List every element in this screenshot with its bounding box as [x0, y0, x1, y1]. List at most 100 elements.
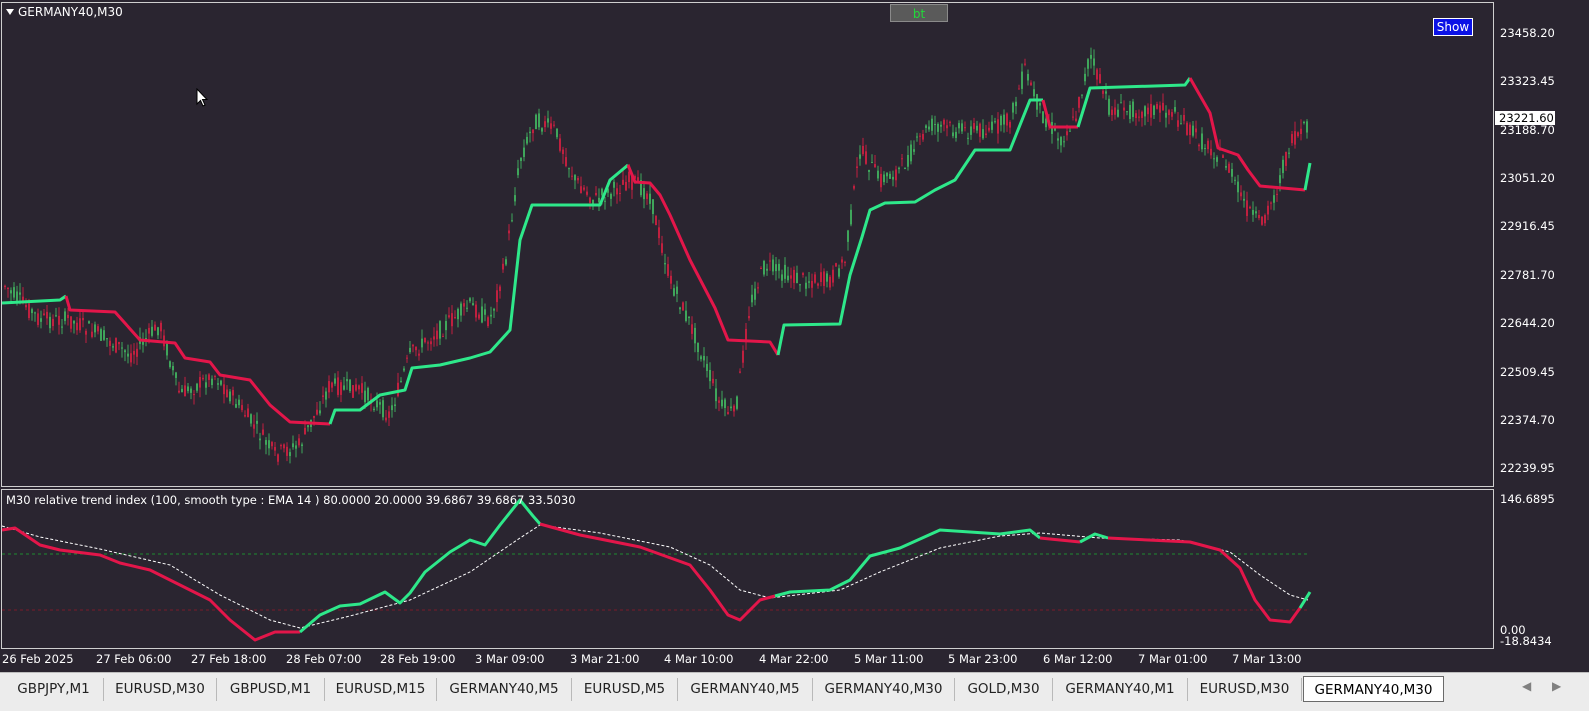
- candle-body: [808, 281, 810, 283]
- scroll-right-icon[interactable]: ▶: [1552, 679, 1561, 693]
- candle-body: [706, 363, 708, 371]
- candle-body: [1033, 89, 1035, 97]
- candle-body: [1270, 202, 1272, 204]
- candle-body: [385, 417, 387, 421]
- candle-body: [1195, 128, 1197, 133]
- candle-body: [79, 318, 81, 331]
- candle-body: [733, 405, 735, 412]
- tab-germany40-m30[interactable]: GERMANY40,M30: [813, 678, 955, 701]
- candle-body: [274, 447, 276, 451]
- tab-gbpjpy-m1[interactable]: GBPJPY,M1: [4, 678, 104, 701]
- tab-germany40-m30-active[interactable]: GERMANY40,M30: [1303, 676, 1444, 702]
- candle-body: [148, 327, 150, 334]
- candle-body: [76, 322, 78, 331]
- candle-body: [1042, 111, 1044, 124]
- tab-eurusd-m15[interactable]: EURUSD,M15: [325, 678, 437, 701]
- candle-body: [565, 157, 567, 167]
- candle-body: [415, 346, 417, 351]
- candle-body: [85, 330, 87, 335]
- tab-eurusd-m30-2[interactable]: EURUSD,M30: [1188, 678, 1302, 701]
- candle-body: [1096, 69, 1098, 80]
- candle-body: [295, 445, 297, 449]
- candle-body: [250, 414, 252, 424]
- candle-body: [55, 315, 57, 317]
- candle-body: [1087, 59, 1089, 69]
- candle-body: [1282, 159, 1284, 174]
- tab-eurusd-m30[interactable]: EURUSD,M30: [104, 678, 217, 701]
- candle-body: [952, 132, 954, 137]
- candle-body: [757, 287, 759, 289]
- bt-button[interactable]: bt: [890, 4, 948, 22]
- show-button[interactable]: Show: [1433, 18, 1473, 36]
- candle-body: [283, 444, 285, 449]
- candle-body: [451, 313, 453, 327]
- candle-body: [175, 372, 177, 378]
- candle-body: [577, 178, 579, 181]
- candle-body: [730, 406, 732, 409]
- price-chart-canvas[interactable]: [0, 0, 1589, 672]
- candle-body: [436, 330, 438, 340]
- candle-body: [103, 330, 105, 340]
- candle-body: [1006, 113, 1008, 126]
- candle-body: [1210, 148, 1212, 156]
- candle-body: [409, 347, 411, 353]
- candle-body: [1075, 118, 1077, 121]
- candle-body: [580, 186, 582, 194]
- candle-body: [292, 443, 294, 448]
- time-tick: 6 Mar 12:00: [1043, 652, 1113, 666]
- tab-germany40-m1[interactable]: GERMANY40,M1: [1053, 678, 1188, 701]
- candle-body: [49, 316, 51, 329]
- chart-window[interactable]: GERMANY40,M30 bt Show M30 relative trend…: [0, 0, 1589, 672]
- candle-body: [988, 127, 990, 131]
- tab-gbpusd-m1[interactable]: GBPUSD,M1: [217, 678, 325, 701]
- candle-body: [481, 306, 483, 323]
- candle-body: [949, 121, 951, 123]
- candle-body: [52, 318, 54, 327]
- candle-body: [1108, 98, 1110, 115]
- tab-germany40-m5[interactable]: GERMANY40,M5: [437, 678, 572, 701]
- candle-body: [1252, 209, 1254, 215]
- candle-body: [562, 149, 564, 155]
- candle-body: [64, 311, 66, 321]
- tab-germany40-m5-2[interactable]: GERMANY40,M5: [678, 678, 813, 701]
- candle-body: [1027, 73, 1029, 81]
- trend-line-segment: [1188, 77, 1306, 192]
- time-tick: 28 Feb 19:00: [380, 652, 456, 666]
- candle-body: [820, 272, 822, 282]
- symbol-label[interactable]: GERMANY40,M30: [6, 5, 123, 19]
- candle-body: [73, 320, 75, 324]
- candle-body: [547, 118, 549, 123]
- candle-body: [1243, 198, 1245, 201]
- time-tick: 4 Mar 22:00: [759, 652, 829, 666]
- candle-body: [136, 348, 138, 357]
- scroll-left-icon[interactable]: ◀: [1522, 679, 1531, 693]
- candle-body: [604, 200, 606, 202]
- candle-body: [181, 388, 183, 393]
- candle-body: [256, 420, 258, 424]
- candle-body: [1183, 115, 1185, 121]
- candle-body: [1003, 114, 1005, 125]
- candle-body: [25, 304, 27, 308]
- candle-body: [862, 145, 864, 155]
- dropdown-triangle-icon[interactable]: [6, 9, 14, 15]
- candle-body: [445, 321, 447, 331]
- candle-body: [598, 197, 600, 203]
- candle-body: [31, 309, 33, 314]
- candle-body: [1201, 133, 1203, 150]
- candle-body: [112, 346, 114, 348]
- candle-body: [1276, 193, 1278, 195]
- candle-body: [814, 274, 816, 283]
- candle-body: [841, 259, 843, 263]
- tab-eurusd-m5[interactable]: EURUSD,M5: [572, 678, 678, 701]
- candle-body: [1255, 211, 1257, 214]
- candle-body: [913, 149, 915, 152]
- candle-body: [907, 154, 909, 167]
- candle-body: [40, 318, 42, 322]
- candle-body: [691, 324, 693, 334]
- candle-body: [1177, 120, 1179, 127]
- candle-body: [787, 275, 789, 281]
- price-tick: 22374.70: [1500, 413, 1555, 427]
- tab-gold-m30[interactable]: GOLD,M30: [955, 678, 1053, 701]
- candle-body: [1165, 112, 1167, 118]
- candle-body: [799, 284, 801, 286]
